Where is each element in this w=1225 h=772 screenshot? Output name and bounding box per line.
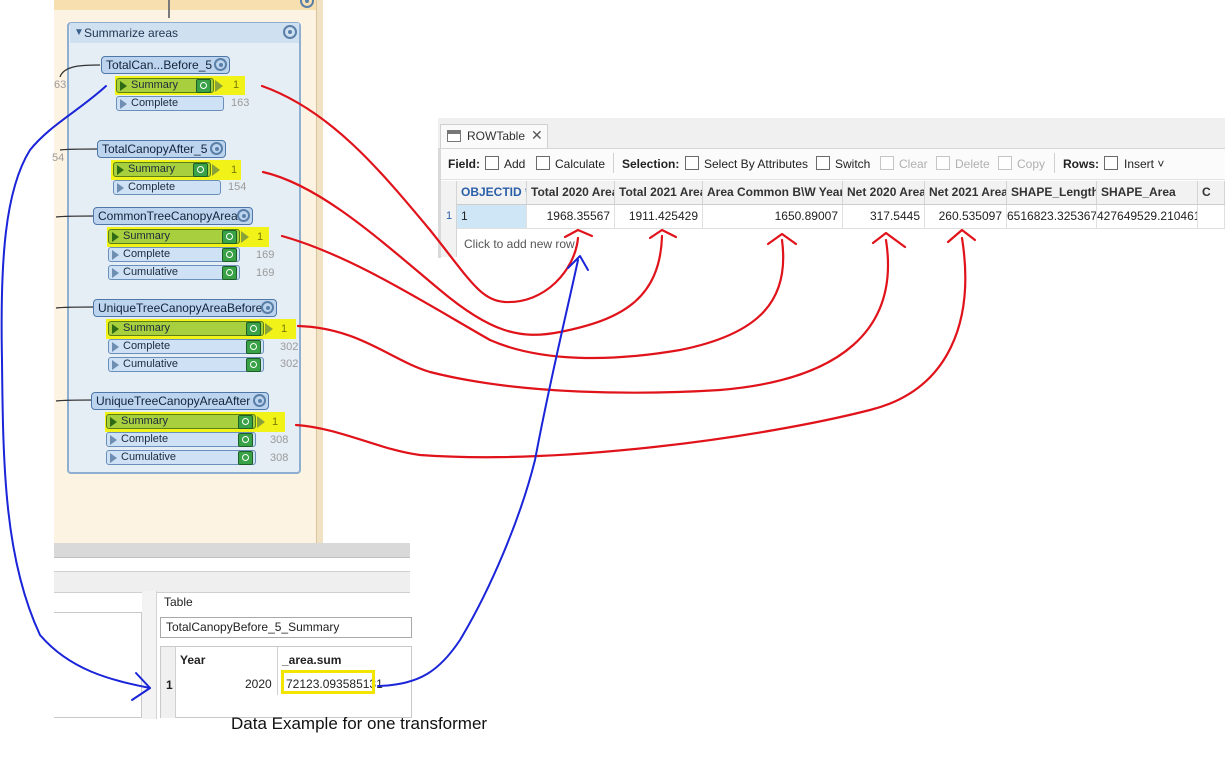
red-arrow <box>296 238 890 394</box>
red-arrow <box>294 236 967 459</box>
blue-arrow <box>0 85 151 689</box>
red-arrow <box>261 170 664 336</box>
red-annotation-arrows <box>260 84 977 459</box>
blue-arrow <box>377 259 579 687</box>
blue-annotation-arrows <box>0 85 589 701</box>
annotation-overlay <box>0 84 977 701</box>
red-arrow <box>563 228 594 239</box>
red-arrow <box>260 84 580 304</box>
red-arrow <box>871 231 907 249</box>
